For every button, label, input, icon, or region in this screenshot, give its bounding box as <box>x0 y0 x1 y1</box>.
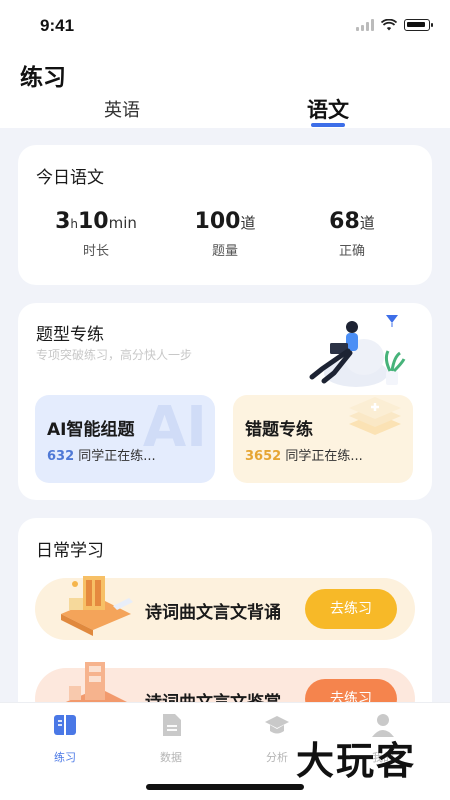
today-summary-card: 今日语文 3h10min 时长 100道 题量 68道 正确 <box>18 145 432 285</box>
list-item-poetry-recitation[interactable]: 诗词曲文言文背诵 去练习 <box>35 576 415 640</box>
questions-number: 100 <box>194 209 241 234</box>
ai-quiz-count: 632 同学正在练... <box>47 445 156 464</box>
practice-subtitle: 专项突破练习，高分快人一步 <box>36 348 193 362</box>
tab-english[interactable]: 英语 <box>104 96 140 122</box>
header: 练习 英语 语文 <box>0 50 450 128</box>
status-icons <box>356 19 433 31</box>
daily-title: 日常学习 <box>36 541 104 561</box>
nav-label-data: 数据 <box>160 751 182 764</box>
practice-title: 题型专练 <box>36 325 104 345</box>
signal-icon <box>356 19 374 31</box>
stat-duration: 3h10min 时长 <box>36 209 156 259</box>
home-indicator <box>146 784 304 790</box>
wrong-questions-number: 3652 <box>245 449 282 464</box>
duration-minutes: 10 <box>78 209 109 234</box>
wrong-questions-suffix: 同学正在练... <box>285 449 363 464</box>
battery-icon <box>404 19 433 31</box>
books-desk-illustration <box>61 576 133 636</box>
nav-item-practice[interactable]: 练习 <box>30 711 100 765</box>
brand-watermark: 大玩客 <box>296 738 417 783</box>
book-icon <box>54 715 76 735</box>
ai-quiz-title: AI智能组题 <box>47 420 135 440</box>
poetry-recitation-label: 诗词曲文言文背诵 <box>145 603 281 623</box>
duration-value: 3h10min <box>36 209 156 234</box>
page-title: 练习 <box>20 65 66 91</box>
active-tab-indicator <box>311 123 345 127</box>
graduation-cap-icon <box>265 716 289 734</box>
stack-layers-icon <box>349 397 401 435</box>
duration-label: 时长 <box>82 244 109 259</box>
correct-label: 正确 <box>338 244 365 259</box>
stat-questions: 100道 题量 <box>165 209 285 259</box>
wrong-questions-title: 错题专练 <box>245 420 313 440</box>
correct-number: 68 <box>329 209 360 234</box>
topic-practice-card: 题型专练 专项突破练习，高分快人一步 AI AI智能组题 632 同学正在练..… <box>18 303 432 500</box>
questions-value: 100道 <box>165 209 285 234</box>
questions-unit: 道 <box>240 214 256 232</box>
duration-min-unit: min <box>108 214 137 232</box>
ai-quiz-number: 632 <box>47 449 75 464</box>
wrong-questions-count: 3652 同学正在练... <box>245 445 363 464</box>
ai-quiz-suffix: 同学正在练... <box>78 449 156 464</box>
today-title: 今日语文 <box>36 168 104 188</box>
nav-item-data[interactable]: 数据 <box>136 711 206 765</box>
wifi-icon <box>381 19 397 31</box>
document-icon <box>163 714 181 736</box>
questions-label: 题量 <box>211 244 238 259</box>
correct-unit: 道 <box>359 214 375 232</box>
stat-correct: 68道 正确 <box>292 209 412 259</box>
duration-hours: 3 <box>55 209 71 234</box>
ai-smart-quiz-card[interactable]: AI AI智能组题 632 同学正在练... <box>35 395 215 483</box>
wrong-questions-card[interactable]: 错题专练 3652 同学正在练... <box>233 395 413 483</box>
nav-label-practice: 练习 <box>54 751 76 764</box>
status-time: 9:41 <box>40 16 75 35</box>
studying-person-illustration <box>309 315 406 387</box>
duration-h-unit: h <box>70 217 78 231</box>
status-bar: 9:41 <box>0 0 450 50</box>
tab-chinese[interactable]: 语文 <box>307 94 349 124</box>
correct-value: 68道 <box>292 209 412 234</box>
go-practice-button[interactable]: 去练习 <box>305 589 397 629</box>
